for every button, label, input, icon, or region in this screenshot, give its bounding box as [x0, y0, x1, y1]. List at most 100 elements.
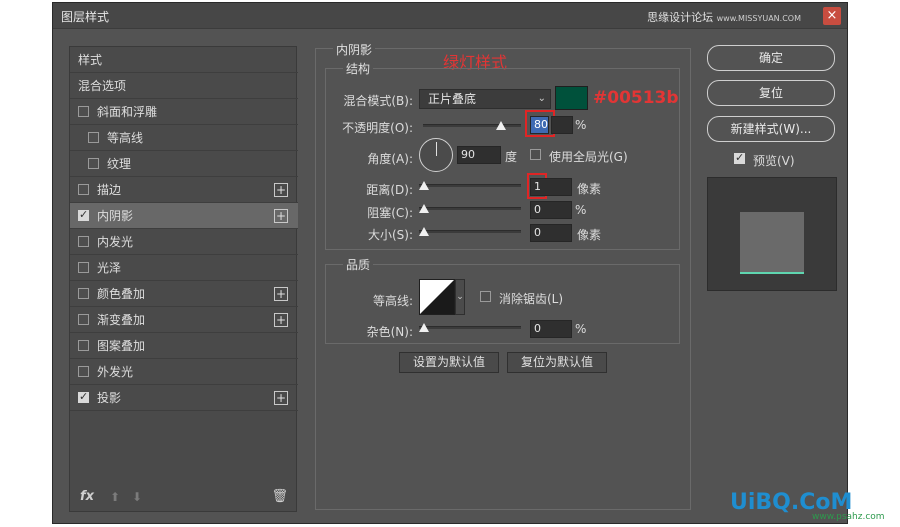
close-button[interactable]: × [823, 7, 841, 25]
size-input[interactable]: 0 [530, 224, 572, 242]
set-default-button[interactable]: 设置为默认值 [399, 352, 499, 373]
opacity-input[interactable]: 80 [530, 116, 549, 134]
style-item-10[interactable]: 颜色叠加 + [70, 281, 298, 307]
choke-label: 阻塞(C): [367, 206, 413, 220]
style-item-label: 渐变叠加 [97, 313, 146, 327]
style-item-checkbox[interactable] [78, 184, 89, 195]
style-item-label: 斜面和浮雕 [97, 105, 158, 119]
style-item-2[interactable]: 混合选项 [70, 73, 298, 99]
preview-thumbnail [707, 177, 837, 291]
distance-unit: 像素 [577, 182, 602, 196]
distance-label: 距离(D): [366, 183, 413, 197]
contour-preview[interactable] [419, 279, 455, 315]
style-item-9[interactable]: 光泽 [70, 255, 298, 281]
style-item-5[interactable]: 纹理 [70, 151, 298, 177]
style-item-11[interactable]: 渐变叠加 + [70, 307, 298, 333]
choke-input[interactable]: 0 [530, 201, 572, 219]
style-item-checkbox[interactable] [78, 236, 89, 247]
global-light-label: 使用全局光(G) [549, 150, 628, 164]
choke-slider[interactable] [419, 204, 521, 216]
style-item-3[interactable]: 斜面和浮雕 [70, 99, 298, 125]
style-item-label: 图案叠加 [97, 339, 146, 353]
add-effect-icon[interactable]: + [274, 287, 288, 301]
style-item-label: 样式 [78, 53, 103, 67]
contour-dropdown[interactable]: ⌄ [455, 279, 465, 315]
angle-label: 角度(A): [367, 152, 413, 166]
blend-mode-select[interactable]: 正片叠底 ⌄ [419, 89, 551, 109]
structure-title: 结构 [343, 60, 374, 77]
window-title: 图层样式 [61, 10, 110, 24]
angle-unit: 度 [505, 150, 518, 164]
style-item-4[interactable]: 等高线 [70, 125, 298, 151]
opacity-label: 不透明度(O): [342, 121, 413, 135]
distance-slider[interactable] [419, 181, 521, 193]
styles-list-footer: fx ⬆ ⬇ 🗑 [70, 483, 296, 511]
blend-mode-label: 混合模式(B): [343, 94, 413, 108]
style-item-checkbox[interactable] [78, 366, 89, 377]
arrow-up-icon[interactable]: ⬆ [110, 490, 120, 504]
reset-button[interactable]: 复位 [707, 80, 835, 106]
size-slider[interactable] [419, 227, 521, 239]
style-item-7[interactable]: 内阴影 + [70, 203, 298, 229]
styles-list: 样式混合选项斜面和浮雕等高线纹理描边 + 内阴影 + 内发光光泽颜色叠加 + 渐变叠加 + 图案… [69, 46, 298, 512]
angle-input[interactable]: 90 [457, 146, 501, 164]
style-item-label: 等高线 [107, 131, 144, 145]
preview-square [740, 212, 804, 274]
angle-dial[interactable] [419, 138, 453, 172]
style-item-checkbox[interactable] [88, 158, 99, 169]
new-style-button[interactable]: 新建样式(W)... [707, 116, 835, 142]
style-item-label: 投影 [97, 391, 122, 405]
style-item-label: 外发光 [97, 365, 134, 379]
style-item-checkbox[interactable] [78, 208, 89, 221]
opacity-input-spacer [551, 116, 573, 134]
noise-input[interactable]: 0 [530, 320, 572, 338]
arrow-down-icon[interactable]: ⬇ [132, 490, 142, 504]
contour-linear-icon [420, 280, 454, 314]
style-item-label: 颜色叠加 [97, 287, 146, 301]
watermark-text: 思缘设计论坛 www.MISSYUAN.COM [647, 11, 801, 24]
opacity-slider[interactable] [423, 121, 521, 133]
style-item-checkbox[interactable] [78, 288, 89, 299]
quality-title: 品质 [343, 256, 374, 273]
style-item-checkbox[interactable] [78, 340, 89, 351]
noise-slider[interactable] [419, 323, 521, 335]
ok-button[interactable]: 确定 [707, 45, 835, 71]
noise-label: 杂色(N): [366, 325, 413, 339]
style-item-13[interactable]: 外发光 [70, 359, 298, 385]
trash-icon[interactable]: 🗑 [271, 489, 288, 504]
global-light-checkbox[interactable] [530, 149, 541, 160]
style-item-label: 描边 [97, 183, 122, 197]
distance-input[interactable]: 1 [530, 178, 572, 196]
shadow-color-swatch[interactable] [555, 86, 588, 110]
preview-checkbox[interactable] [734, 151, 745, 164]
style-item-label: 光泽 [97, 261, 122, 275]
style-item-checkbox[interactable] [78, 314, 89, 325]
style-item-8[interactable]: 内发光 [70, 229, 298, 255]
opacity-unit: % [575, 118, 587, 132]
style-item-14[interactable]: 投影 + [70, 385, 298, 411]
style-item-checkbox[interactable] [78, 106, 89, 117]
site-logo-url: www.psahz.com [812, 512, 885, 522]
style-item-label: 内发光 [97, 235, 134, 249]
add-effect-icon[interactable]: + [274, 391, 288, 405]
chevron-down-icon: ⌄ [537, 93, 546, 104]
style-item-checkbox[interactable] [78, 390, 89, 403]
reset-default-button[interactable]: 复位为默认值 [507, 352, 607, 373]
anti-alias-checkbox[interactable] [480, 291, 491, 302]
contour-label: 等高线: [372, 294, 413, 308]
style-item-label: 混合选项 [78, 79, 127, 93]
size-label: 大小(S): [367, 228, 413, 242]
color-annotation: #00513b [593, 88, 679, 108]
fx-button[interactable]: fx [80, 489, 94, 504]
add-effect-icon[interactable]: + [274, 209, 288, 223]
add-effect-icon[interactable]: + [274, 313, 288, 327]
preview-label: 预览(V) [753, 154, 795, 168]
add-effect-icon[interactable]: + [274, 183, 288, 197]
style-item-label: 纹理 [107, 157, 132, 171]
style-item-12[interactable]: 图案叠加 [70, 333, 298, 359]
style-item-checkbox[interactable] [78, 262, 89, 273]
style-item-1[interactable]: 样式 [70, 47, 298, 73]
style-item-checkbox[interactable] [88, 132, 99, 143]
choke-unit: % [575, 203, 587, 217]
style-item-6[interactable]: 描边 + [70, 177, 298, 203]
